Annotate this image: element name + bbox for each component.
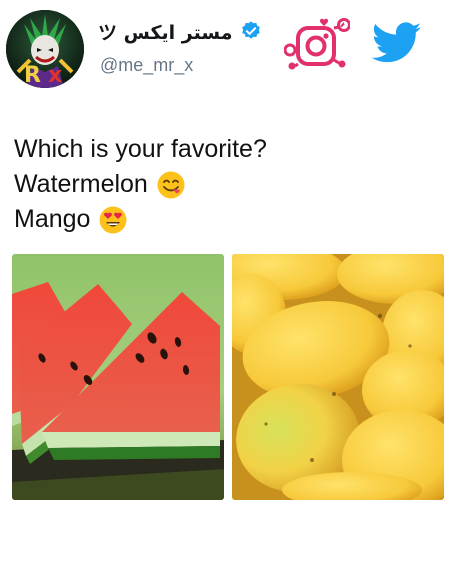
tweet-text: Which is your favorite? Watermelon Mango — [14, 132, 434, 237]
watermelon-photo — [12, 254, 224, 500]
watermelon-image[interactable] — [12, 254, 224, 500]
name-row: مستر ایکس ツ — [98, 16, 262, 46]
mango-photo — [232, 254, 444, 500]
tweet-line-mango: Mango — [14, 202, 434, 237]
yum-face-emoji-icon — [157, 171, 185, 198]
tweet-question-text: Which is your favorite? — [14, 135, 267, 163]
mango-image[interactable] — [232, 254, 444, 500]
avatar-letter-x: x — [48, 63, 62, 88]
joker-avatar-icon: R x — [6, 10, 84, 88]
tweet-media — [12, 254, 444, 500]
instagram-icon[interactable] — [284, 18, 350, 74]
verified-badge-icon — [242, 21, 261, 39]
tweet-header: R x مستر ایکس ツ @me_mr_x — [0, 0, 450, 100]
tweet-line-question: Which is your favorite? — [14, 132, 434, 167]
avatar-letter-r: R — [24, 63, 41, 88]
tweet-watermelon-text: Watermelon — [14, 170, 148, 198]
avatar[interactable]: R x — [6, 10, 84, 88]
twitter-bird-icon[interactable] — [372, 22, 422, 64]
display-name[interactable]: مستر ایکس ツ — [98, 18, 232, 45]
tweet-line-watermelon: Watermelon — [14, 167, 434, 202]
user-handle[interactable]: @me_mr_x — [100, 55, 193, 76]
tweet-mango-text: Mango — [14, 205, 91, 233]
heart-eyes-emoji-icon — [99, 206, 127, 233]
